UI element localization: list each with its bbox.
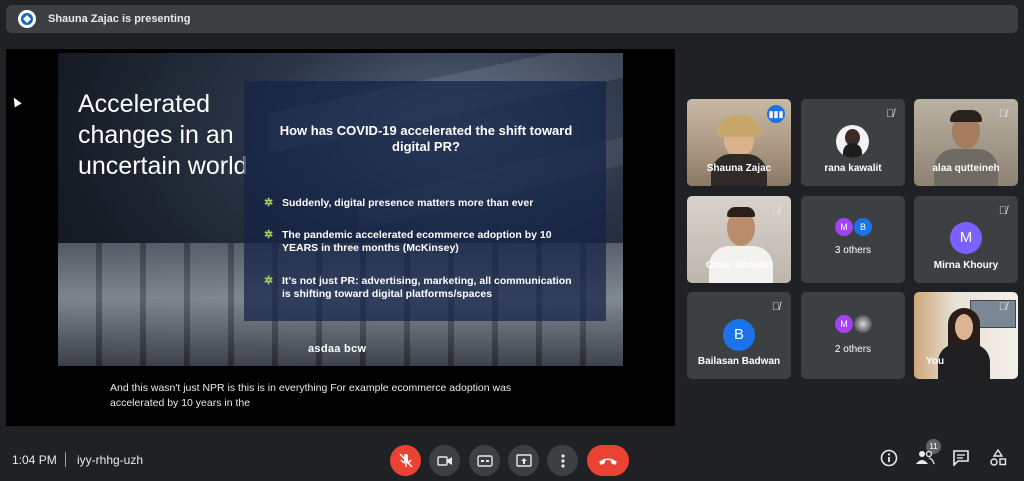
slide-bullet: ✲ The pandemic accelerated ecommerce adop… (264, 229, 552, 254)
microphone-toggle-button[interactable] (390, 445, 421, 476)
meeting-time: 1:04 PM (12, 453, 57, 467)
divider (65, 452, 66, 467)
present-now-button[interactable] (508, 445, 539, 476)
chat-icon (953, 450, 969, 467)
more-vert-icon (560, 453, 565, 468)
slide-brand-logo: asdaa bcw (308, 343, 367, 355)
participant-tile-alaa-qutteineh[interactable]: 🎙̸ alaa qutteineh (914, 99, 1018, 186)
mic-off-icon: 🎙̸ (885, 108, 895, 120)
avatar: M (950, 222, 982, 254)
present-screen-icon (515, 454, 532, 467)
presenter-logo-icon (18, 10, 36, 28)
bullet-star-icon: ✲ (264, 275, 274, 287)
shared-slide: Accelerated changes in an uncertain worl… (58, 53, 623, 366)
participant-name: Bailasan Badwan (697, 356, 781, 367)
mic-off-icon: 🎙̸ (771, 301, 781, 313)
participant-tile-mirna-khoury[interactable]: M 🎙̸ Mirna Khoury (914, 196, 1018, 283)
camera-icon (436, 455, 452, 466)
slide-question: How has COVID-19 accelerated the shift t… (279, 123, 573, 154)
mic-off-icon: 🎙̸ (998, 301, 1008, 313)
activities-shapes-icon (990, 448, 1007, 466)
participant-tile-rana-kawalit[interactable]: 🎙̸ rana kawalit (801, 99, 905, 186)
avatar: B (723, 319, 755, 351)
captions-button[interactable] (469, 445, 500, 476)
leave-call-button[interactable] (587, 445, 629, 476)
participant-name: Omar Obeidat (705, 260, 773, 271)
speaking-indicator-icon: ▮▮▮ (767, 105, 785, 123)
bullet-star-icon: ✲ (264, 229, 274, 241)
presentation-stage[interactable]: Accelerated changes in an uncertain worl… (6, 49, 675, 426)
mouse-cursor-icon (10, 95, 22, 108)
participant-tile-bailasan-badwan[interactable]: B 🎙̸ Bailasan Badwan (687, 292, 791, 379)
end-call-icon (599, 458, 617, 465)
slide-content-panel: How has COVID-19 accelerated the shift t… (244, 81, 606, 321)
participant-name: rana kawalit (824, 163, 882, 174)
meeting-details-button[interactable] (878, 449, 900, 471)
avatar-photo (854, 315, 872, 333)
avatar: B (854, 218, 872, 236)
participant-name: Shauna Zajac (706, 163, 772, 174)
activities-button[interactable] (987, 448, 1009, 471)
slide-bullet: ✲ It’s not just PR: advertising, marketin… (264, 275, 572, 300)
slide-title: Accelerated changes in an uncertain worl… (78, 90, 248, 180)
camera-toggle-button[interactable] (429, 445, 460, 476)
avatar: M (835, 218, 853, 236)
live-caption: And this wasn't just NPR is this is in e… (110, 382, 512, 409)
show-everyone-button[interactable] (914, 449, 936, 471)
slide-bullet: ✲ Suddenly, digital presence matters more… (264, 197, 534, 209)
mic-off-icon: 🎙̸ (771, 205, 781, 217)
mic-off-icon (398, 453, 413, 467)
participant-tile-2-others[interactable]: M 2 others (801, 292, 905, 379)
people-icon (916, 450, 935, 465)
participant-name: You (926, 356, 945, 367)
bullet-star-icon: ✲ (264, 197, 274, 209)
participant-tile-omar-obeidat[interactable]: 🎙̸ Omar Obeidat (687, 196, 791, 283)
mic-off-icon: 🎙̸ (998, 205, 1008, 217)
captions-icon (476, 454, 493, 467)
chat-button[interactable] (950, 449, 972, 471)
participant-tile-3-others[interactable]: M B 3 others (801, 196, 905, 283)
participant-photo (836, 125, 869, 158)
participant-group-label: 2 others (834, 344, 872, 355)
participant-tile-shauna-zajac[interactable]: ▮▮▮ Shauna Zajac (687, 99, 791, 186)
participant-tile-you[interactable]: 🎙̸ You (914, 292, 1018, 379)
presenting-text: Shauna Zajac is presenting (48, 13, 191, 25)
meeting-code: iyy-rhhg-uzh (77, 453, 144, 467)
info-icon (880, 449, 898, 467)
participant-group-label: 3 others (834, 245, 872, 256)
avatar: M (835, 315, 853, 333)
mic-off-icon: 🎙̸ (998, 108, 1008, 120)
presenting-bar: Shauna Zajac is presenting (6, 5, 1018, 33)
participant-name: alaa qutteineh (932, 163, 1000, 174)
participant-name: Mirna Khoury (933, 260, 999, 271)
more-options-button[interactable] (547, 445, 578, 476)
